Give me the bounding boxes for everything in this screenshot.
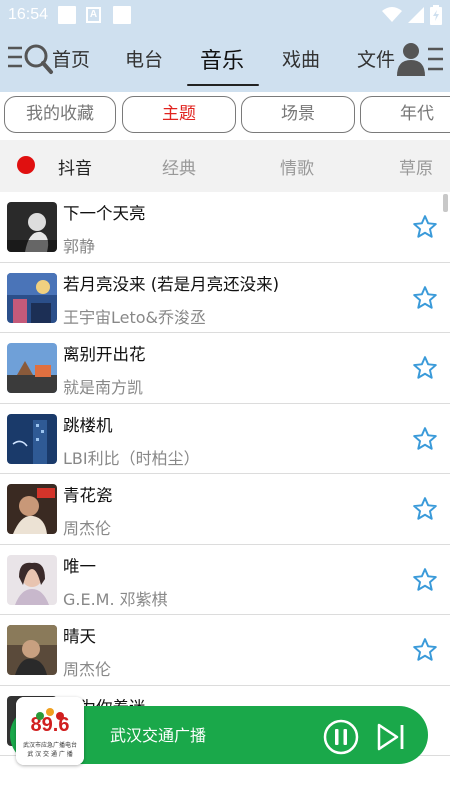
nav-tab-files[interactable]: 文件 bbox=[357, 45, 395, 72]
category-favorites[interactable]: 我的收藏 bbox=[4, 96, 116, 133]
song-artist: 就是南方凯 bbox=[63, 378, 144, 397]
app-root: 16:54 A 首页 电台 音乐 戏曲 文件 我的收藏 主题 场景 年代 抖音 … bbox=[0, 0, 450, 800]
wifi-icon bbox=[382, 7, 402, 22]
a-notification-icon: A bbox=[86, 7, 102, 23]
song-title: 晴天 bbox=[63, 627, 96, 646]
battery-icon bbox=[430, 5, 442, 25]
subtab-love-songs[interactable]: 情歌 bbox=[280, 154, 314, 179]
favorite-star-icon[interactable] bbox=[412, 567, 438, 593]
notification-icon-2 bbox=[113, 6, 132, 24]
song-title: 下一个天亮 bbox=[63, 204, 146, 223]
active-tab-indicator bbox=[187, 84, 259, 86]
favorite-star-icon[interactable] bbox=[412, 637, 438, 663]
category-era[interactable]: 年代 bbox=[360, 96, 450, 133]
song-row[interactable]: 唯一 G.E.M. 邓紫棋 bbox=[0, 545, 450, 615]
category-theme[interactable]: 主题 bbox=[122, 96, 236, 133]
user-menu-icon[interactable] bbox=[397, 42, 445, 78]
subtab-classic[interactable]: 经典 bbox=[162, 154, 196, 179]
album-cover bbox=[7, 202, 57, 252]
nav-tab-home[interactable]: 首页 bbox=[52, 45, 90, 72]
top-nav: 首页 电台 音乐 戏曲 文件 bbox=[0, 30, 450, 92]
album-cover bbox=[7, 484, 57, 534]
nav-tab-opera[interactable]: 戏曲 bbox=[282, 45, 320, 72]
subtab-grassland[interactable]: 草原 bbox=[399, 154, 433, 179]
song-row[interactable]: 离别开出花 就是南方凯 bbox=[0, 333, 450, 404]
favorite-star-icon[interactable] bbox=[412, 285, 438, 311]
category-bar: 我的收藏 主题 场景 年代 bbox=[0, 92, 450, 140]
signal-icon bbox=[408, 7, 424, 23]
favorite-star-icon[interactable] bbox=[412, 496, 438, 522]
notification-icon bbox=[58, 6, 77, 24]
album-cover bbox=[7, 343, 57, 393]
album-cover bbox=[7, 272, 57, 323]
favorite-star-icon[interactable] bbox=[412, 355, 438, 381]
search-menu-icon[interactable] bbox=[6, 42, 54, 78]
status-bar: 16:54 A bbox=[0, 0, 450, 30]
album-cover bbox=[7, 625, 57, 675]
album-cover bbox=[7, 554, 57, 605]
song-title: 唯一 bbox=[63, 556, 96, 576]
status-time: 16:54 bbox=[8, 6, 49, 23]
nav-tab-radio[interactable]: 电台 bbox=[125, 45, 163, 72]
station-logo[interactable]: 89.6 武汉市应急广播电台 武 汉 交 通 广 播 bbox=[16, 697, 84, 765]
album-cover bbox=[7, 413, 57, 464]
song-artist: 王宇宙Leto&乔浚丞 bbox=[63, 307, 207, 327]
nav-tab-music[interactable]: 音乐 bbox=[200, 43, 244, 75]
player-station-name: 武汉交通广播 bbox=[110, 726, 207, 745]
song-artist: G.E.M. 邓紫棋 bbox=[63, 589, 168, 609]
song-artist: 周杰伦 bbox=[63, 660, 112, 679]
song-artist: LBI利比（时柏尘） bbox=[63, 448, 200, 468]
next-track-icon[interactable] bbox=[376, 722, 406, 752]
station-logo-graphic: 89.6 武汉市应急广播电台 武 汉 交 通 广 播 bbox=[16, 697, 84, 765]
active-subtab-dot bbox=[17, 156, 35, 174]
status-icons bbox=[382, 5, 442, 25]
song-title: 跳楼机 bbox=[63, 415, 113, 435]
song-row[interactable]: 下一个天亮 郭静 bbox=[0, 192, 450, 263]
station-logo-caption-2: 武 汉 交 通 广 播 bbox=[27, 750, 73, 758]
pause-icon[interactable] bbox=[322, 718, 360, 756]
song-row[interactable]: 若月亮没来 (若是月亮还没来) 王宇宙Leto&乔浚丞 bbox=[0, 263, 450, 333]
subtab-bar: 抖音 经典 情歌 草原 bbox=[0, 140, 450, 192]
song-list: 下一个天亮 郭静 若月亮没来 (若是月亮还没来) 王宇宙Leto&乔浚丞 离别开… bbox=[0, 192, 450, 756]
category-scene[interactable]: 场景 bbox=[241, 96, 355, 133]
song-title: 离别开出花 bbox=[63, 345, 146, 364]
song-title: 青花瓷 bbox=[63, 486, 113, 505]
song-artist: 周杰伦 bbox=[63, 519, 112, 538]
subtab-douyin[interactable]: 抖音 bbox=[58, 154, 92, 179]
favorite-star-icon[interactable] bbox=[412, 214, 438, 240]
station-logo-caption-1: 武汉市应急广播电台 bbox=[23, 741, 77, 749]
favorite-star-icon[interactable] bbox=[412, 426, 438, 452]
song-row[interactable]: 青花瓷 周杰伦 bbox=[0, 474, 450, 545]
song-row[interactable]: 跳楼机 LBI利比（时柏尘） bbox=[0, 404, 450, 474]
song-title: 若月亮没来 (若是月亮还没来) bbox=[63, 274, 280, 294]
scrollbar-thumb[interactable] bbox=[443, 194, 448, 212]
song-row[interactable]: 晴天 周杰伦 bbox=[0, 615, 450, 686]
song-artist: 郭静 bbox=[63, 237, 96, 256]
